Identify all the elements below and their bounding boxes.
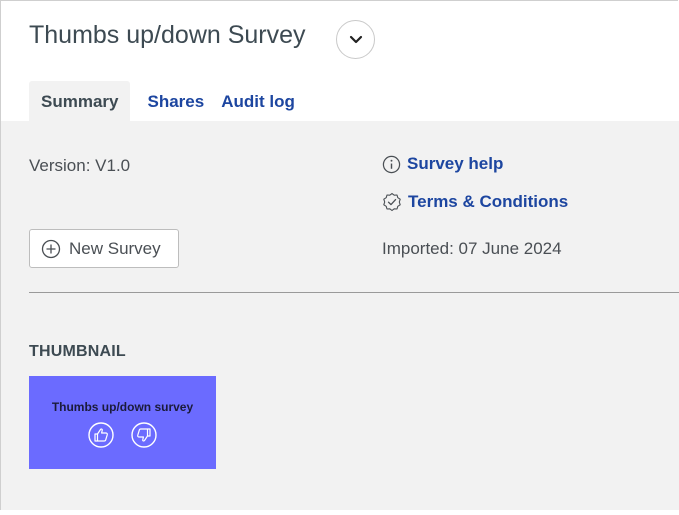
survey-window: Thumbs up/down Survey Summary Shares Aud… xyxy=(0,0,679,510)
survey-help-link[interactable]: Survey help xyxy=(382,154,503,174)
plus-circle-icon xyxy=(41,239,61,258)
new-survey-label: New Survey xyxy=(69,238,161,258)
version-label: Version: V1.0 xyxy=(29,156,131,175)
tab-summary[interactable]: Summary xyxy=(29,81,131,122)
thumbnail-heading: THUMBNAIL xyxy=(29,343,126,360)
expand-button[interactable] xyxy=(336,20,375,59)
page-title: Thumbs up/down Survey xyxy=(29,21,306,49)
survey-help-label: Survey help xyxy=(407,154,504,173)
check-badge-icon xyxy=(383,192,401,212)
imported-date: Imported: 07 June 2024 xyxy=(382,239,562,258)
summary-panel: Version: V1.0 New Survey Survey help Ter… xyxy=(1,121,679,510)
terms-conditions-link[interactable]: Terms & Conditions xyxy=(382,192,568,212)
tab-audit-log[interactable]: Audit log xyxy=(204,81,295,122)
thumbnail-title: Thumbs up/down survey xyxy=(51,400,194,414)
header: Thumbs up/down Survey Summary Shares Aud… xyxy=(1,1,679,122)
tab-bar: Summary Shares Audit log xyxy=(29,81,295,122)
chevron-down-icon xyxy=(349,35,362,43)
section-divider xyxy=(29,292,679,293)
thumbs-down-icon xyxy=(131,422,157,448)
new-survey-button[interactable]: New Survey xyxy=(29,229,179,268)
tab-shares[interactable]: Shares xyxy=(130,81,204,122)
survey-thumbnail: Thumbs up/down survey xyxy=(29,376,216,469)
info-icon xyxy=(382,155,401,173)
terms-conditions-label: Terms & Conditions xyxy=(408,192,569,211)
thumbs-up-icon xyxy=(88,422,114,448)
